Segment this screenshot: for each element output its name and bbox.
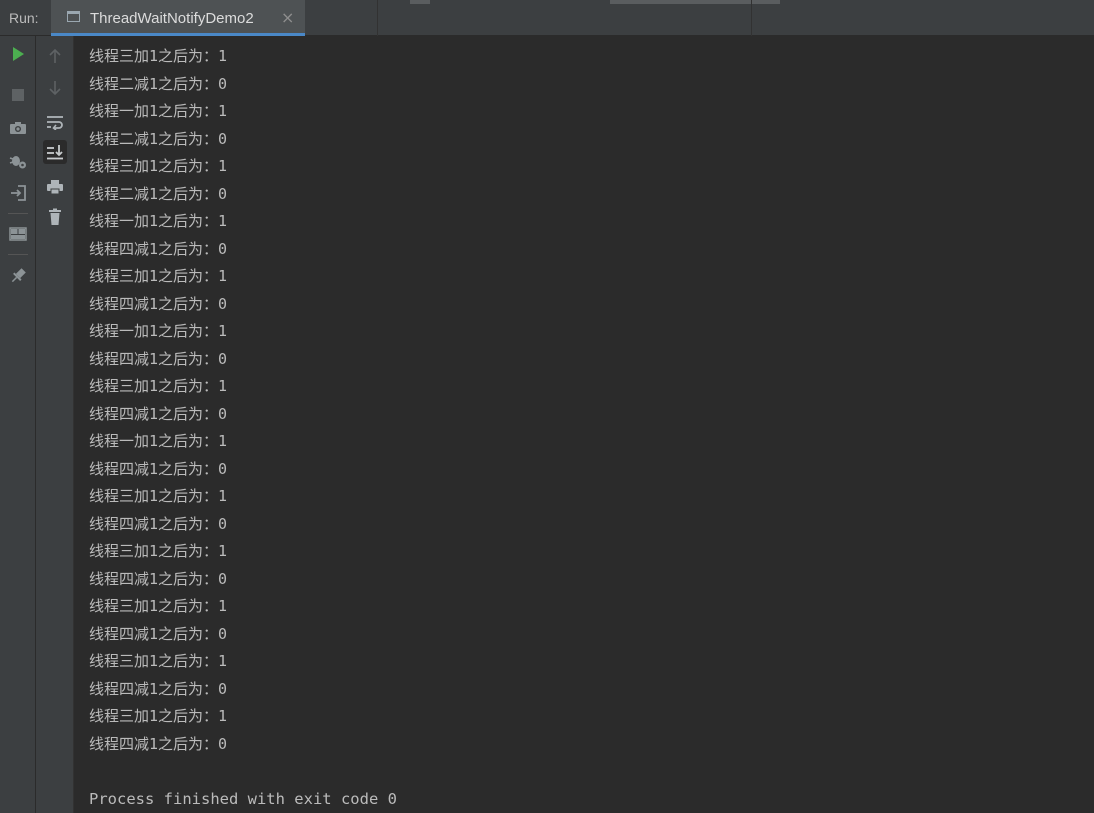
layout-button[interactable] (6, 222, 30, 246)
run-tool-window: Run: ThreadWaitNotifyDemo2 × 线程三加1之后为：1 … (0, 0, 1094, 813)
console-line: 线程四减1之后为：0 (89, 349, 228, 368)
debug-settings-button[interactable] (6, 149, 30, 173)
background-artifact (410, 0, 430, 4)
arrow-up-icon (49, 48, 61, 63)
console-line: 线程一加1之后为：1 (89, 322, 228, 340)
background-artifact (610, 0, 780, 4)
console-line: 线程三加1之后为：1 (89, 487, 228, 505)
bug-settings-icon (9, 156, 26, 169)
rerun-button[interactable] (6, 42, 30, 66)
console-line: 线程三加1之后为：1 (89, 157, 228, 175)
run-label: Run: (9, 10, 39, 26)
console-line: 线程二减1之后为：0 (89, 74, 228, 93)
previous-occurrence-button[interactable] (43, 44, 67, 68)
tab-title: ThreadWaitNotifyDemo2 (90, 10, 254, 27)
console-line: 线程四减1之后为：0 (89, 569, 228, 588)
console-line: 线程一加1之后为：1 (89, 212, 228, 230)
divider (377, 0, 378, 36)
console-line: 线程四减1之后为：0 (89, 239, 228, 258)
toolbar-separator (8, 254, 28, 255)
scroll-to-end-button[interactable] (43, 140, 67, 164)
console-line: 线程四减1之后为：0 (89, 459, 228, 478)
tab-run-configuration[interactable]: ThreadWaitNotifyDemo2 × (51, 0, 305, 36)
pin-tab-button[interactable] (6, 264, 30, 288)
trash-icon (49, 208, 61, 225)
console-line: 线程三加1之后为：1 (89, 597, 228, 615)
console-line: 线程三加1之后为：1 (89, 267, 228, 285)
console-window-icon (67, 11, 80, 22)
arrow-down-icon (49, 81, 61, 96)
console-line: 线程四减1之后为：0 (89, 404, 228, 423)
console-line: 线程三加1之后为：1 (89, 652, 228, 670)
print-icon (47, 180, 63, 195)
console-line: 线程一加1之后为：1 (89, 102, 228, 120)
stop-icon (12, 89, 24, 101)
console-line: 线程四减1之后为：0 (89, 679, 228, 698)
console-line: 线程四减1之后为：0 (89, 624, 228, 643)
console-line: 线程二减1之后为：0 (89, 184, 228, 203)
pin-icon (11, 268, 26, 283)
stop-button[interactable] (6, 83, 30, 107)
divider (751, 0, 752, 36)
console-line: 线程二减1之后为：0 (89, 129, 228, 148)
console-line: 线程四减1之后为：0 (89, 514, 228, 533)
clear-all-button[interactable] (43, 205, 67, 229)
soft-wrap-button[interactable] (43, 110, 67, 134)
process-exit-message: Process finished with exit code 0 (89, 790, 397, 808)
play-icon (13, 47, 24, 61)
scroll-to-end-icon (47, 145, 63, 160)
console-line: 线程三加1之后为：1 (89, 377, 228, 395)
soft-wrap-icon (47, 116, 63, 130)
exit-button[interactable] (6, 181, 30, 205)
exit-icon (11, 185, 26, 201)
print-button[interactable] (43, 175, 67, 199)
console-toolbar (36, 36, 74, 813)
close-icon[interactable]: × (281, 8, 294, 27)
run-tab-bar: Run: ThreadWaitNotifyDemo2 × (0, 0, 1094, 36)
dump-threads-button[interactable] (6, 116, 30, 140)
console-line: 线程三加1之后为：1 (89, 542, 228, 560)
console-line: 线程一加1之后为：1 (89, 432, 228, 450)
console-line: 线程四减1之后为：0 (89, 294, 228, 313)
toolbar-separator (8, 213, 28, 214)
console-output[interactable]: 线程三加1之后为：1 线程二减1之后为：0 线程一加1之后为：1 线程二减1之后为：0… (74, 36, 1094, 813)
console-line: 线程三加1之后为：1 (89, 707, 228, 725)
console-line: 线程四减1之后为：0 (89, 734, 228, 753)
camera-icon (10, 122, 26, 134)
console-line: 线程三加1之后为：1 (89, 47, 228, 65)
run-toolbar (0, 36, 36, 813)
layout-icon (9, 227, 27, 241)
next-occurrence-button[interactable] (43, 76, 67, 100)
